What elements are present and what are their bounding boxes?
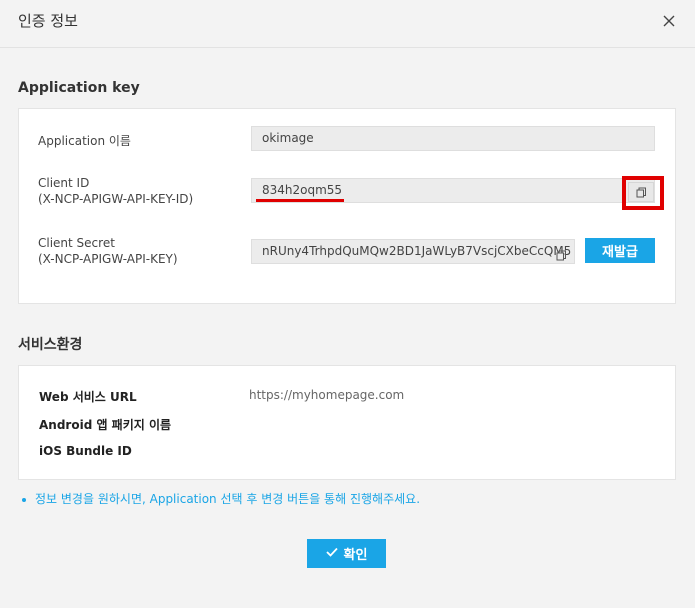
bullet-icon [22,497,26,502]
client-id-underline [256,199,344,202]
confirm-button[interactable]: 확인 [307,539,386,568]
service-env-card: Web 서비스 URL https://myhomepage.com Andro… [18,365,676,480]
close-icon[interactable] [661,13,677,29]
android-package-label: Android 앱 패키지 이름 [39,418,172,432]
application-key-heading: Application key [18,80,140,96]
app-name-label: Application 이름 [38,134,131,148]
app-name-field: okimage [251,126,655,151]
client-secret-label-line2: (X-NCP-APIGW-API-KEY) [38,252,178,266]
web-url-value: https://myhomepage.com [249,388,405,402]
web-url-label: Web 서비스 URL [39,390,137,404]
notice-text: 정보 변경을 원하시면, Application 선택 후 변경 버튼을 통해 … [35,492,421,506]
dialog-title: 인증 정보 [18,12,78,30]
ios-bundle-label: iOS Bundle ID [39,444,132,458]
confirm-label: 확인 [343,548,368,563]
client-secret-field: nRUny4TrhpdQuMQw2BD1JaWLyB7VscjCXbeCcQM5 [251,239,575,264]
client-id-label-line2: (X-NCP-APIGW-API-KEY-ID) [38,192,194,206]
reissue-button[interactable]: 재발급 [585,238,655,263]
client-secret-copy-icon[interactable] [556,246,568,261]
change-notice: 정보 변경을 원하시면, Application 선택 후 변경 버튼을 통해 … [22,490,420,507]
client-secret-label-line1: Client Secret [38,236,115,250]
service-env-heading: 서비스환경 [18,337,83,353]
client-id-label-line1: Client ID [38,176,90,190]
dialog-header: 인증 정보 [0,0,695,48]
client-id-copy-button[interactable] [628,182,654,202]
copy-icon [636,183,647,202]
client-id-label: Client ID (X-NCP-APIGW-API-KEY-ID) [38,175,193,207]
check-icon [325,546,338,561]
application-key-card: Application 이름 okimage Client ID (X-NCP-… [18,108,676,304]
client-secret-label: Client Secret (X-NCP-APIGW-API-KEY) [38,235,178,267]
